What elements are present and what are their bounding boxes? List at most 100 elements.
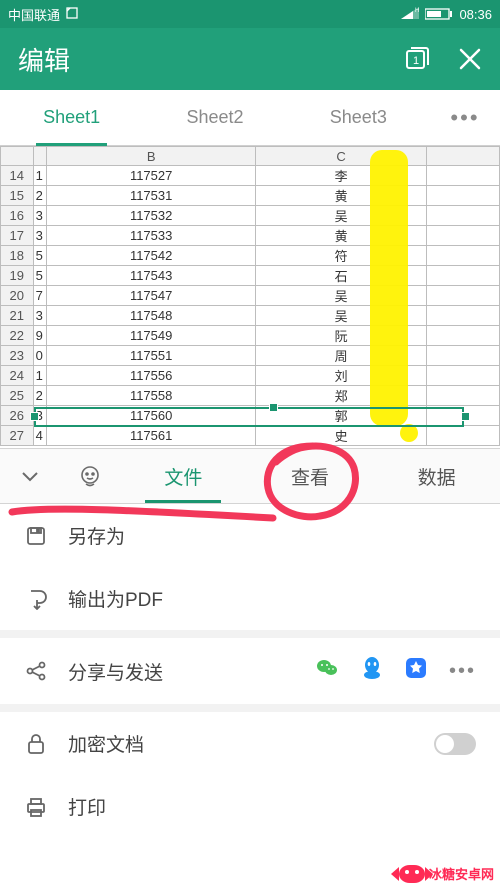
cell[interactable]: 吴 bbox=[255, 206, 426, 226]
cell[interactable] bbox=[427, 366, 500, 386]
cell[interactable]: 3 bbox=[33, 226, 47, 246]
cell[interactable]: 117551 bbox=[47, 346, 256, 366]
cell[interactable] bbox=[427, 406, 500, 426]
sheet-tab-more[interactable]: ••• bbox=[430, 90, 500, 145]
table-row[interactable]: 163117532吴 bbox=[1, 206, 500, 226]
table-row[interactable]: 274117561史 bbox=[1, 426, 500, 446]
qq-icon[interactable] bbox=[361, 656, 383, 686]
cell[interactable]: 7 bbox=[33, 286, 47, 306]
row-header[interactable]: 27 bbox=[1, 426, 34, 446]
star-app-icon[interactable] bbox=[405, 657, 427, 685]
table-row[interactable]: 185117542符 bbox=[1, 246, 500, 266]
cell[interactable]: 0 bbox=[33, 346, 47, 366]
row-header[interactable]: 23 bbox=[1, 346, 34, 366]
row-header[interactable]: 26 bbox=[1, 406, 34, 426]
cell[interactable]: 吴 bbox=[255, 286, 426, 306]
encrypt-toggle[interactable] bbox=[434, 733, 476, 755]
collapse-button[interactable] bbox=[0, 449, 60, 503]
cell[interactable] bbox=[427, 286, 500, 306]
table-row[interactable]: 152117531黄 bbox=[1, 186, 500, 206]
menu-print[interactable]: 打印 bbox=[0, 775, 500, 838]
cell[interactable] bbox=[427, 206, 500, 226]
sheet-tab-2[interactable]: Sheet2 bbox=[143, 90, 286, 145]
menu-export-pdf[interactable]: 输出为PDF bbox=[0, 567, 500, 630]
cell[interactable]: 2 bbox=[33, 386, 47, 406]
more-icon[interactable]: ••• bbox=[449, 660, 476, 683]
cell[interactable]: 3 bbox=[33, 406, 47, 426]
tab-view[interactable]: 查看 bbox=[247, 449, 374, 503]
cell[interactable]: 117527 bbox=[47, 166, 256, 186]
cell[interactable] bbox=[427, 426, 500, 446]
cell[interactable]: 阮 bbox=[255, 326, 426, 346]
cell[interactable]: 黄 bbox=[255, 226, 426, 246]
row-header[interactable]: 22 bbox=[1, 326, 34, 346]
table-row[interactable]: 252117558郑 bbox=[1, 386, 500, 406]
cell[interactable] bbox=[427, 266, 500, 286]
cell[interactable]: 117558 bbox=[47, 386, 256, 406]
cell[interactable]: 李 bbox=[255, 166, 426, 186]
cell[interactable] bbox=[427, 226, 500, 246]
cell[interactable]: 1 bbox=[33, 166, 47, 186]
cell[interactable]: 郭 bbox=[255, 406, 426, 426]
cell[interactable] bbox=[427, 186, 500, 206]
cell[interactable]: 5 bbox=[33, 266, 47, 286]
close-icon[interactable] bbox=[458, 47, 482, 71]
table-row[interactable]: 230117551周 bbox=[1, 346, 500, 366]
cell[interactable]: 9 bbox=[33, 326, 47, 346]
row-header[interactable]: 25 bbox=[1, 386, 34, 406]
cell[interactable]: 117542 bbox=[47, 246, 256, 266]
cell[interactable]: 2 bbox=[33, 186, 47, 206]
row-header[interactable]: 19 bbox=[1, 266, 34, 286]
cell[interactable]: 周 bbox=[255, 346, 426, 366]
table-row[interactable]: 263117560郭 bbox=[1, 406, 500, 426]
menu-share[interactable]: 分享与发送 ••• bbox=[0, 638, 500, 704]
row-header[interactable]: 17 bbox=[1, 226, 34, 246]
cell[interactable]: 4 bbox=[33, 426, 47, 446]
cell[interactable] bbox=[427, 326, 500, 346]
window-icon[interactable]: 1 bbox=[404, 46, 430, 72]
row-header[interactable]: 16 bbox=[1, 206, 34, 226]
cell[interactable] bbox=[427, 346, 500, 366]
row-header[interactable]: 15 bbox=[1, 186, 34, 206]
cell[interactable]: 117533 bbox=[47, 226, 256, 246]
menu-save-as[interactable]: 另存为 bbox=[0, 504, 500, 567]
cell[interactable] bbox=[427, 246, 500, 266]
cell[interactable]: 吴 bbox=[255, 306, 426, 326]
cell[interactable]: 郑 bbox=[255, 386, 426, 406]
row-header[interactable]: 18 bbox=[1, 246, 34, 266]
spreadsheet[interactable]: B C 141117527李152117531黄163117532吴173117… bbox=[0, 146, 500, 448]
cell[interactable]: 史 bbox=[255, 426, 426, 446]
cell[interactable] bbox=[427, 306, 500, 326]
cell[interactable]: 117561 bbox=[47, 426, 256, 446]
cell[interactable]: 117560 bbox=[47, 406, 256, 426]
cell[interactable]: 5 bbox=[33, 246, 47, 266]
cell[interactable]: 117532 bbox=[47, 206, 256, 226]
cell[interactable]: 刘 bbox=[255, 366, 426, 386]
cell[interactable]: 117543 bbox=[47, 266, 256, 286]
row-header[interactable]: 20 bbox=[1, 286, 34, 306]
cell[interactable]: 石 bbox=[255, 266, 426, 286]
table-row[interactable]: 229117549阮 bbox=[1, 326, 500, 346]
table-row[interactable]: 141117527李 bbox=[1, 166, 500, 186]
cell[interactable]: 117531 bbox=[47, 186, 256, 206]
table-row[interactable]: 213117548吴 bbox=[1, 306, 500, 326]
row-header[interactable]: 24 bbox=[1, 366, 34, 386]
table-row[interactable]: 241117556刘 bbox=[1, 366, 500, 386]
cell[interactable] bbox=[427, 166, 500, 186]
row-header[interactable]: 14 bbox=[1, 166, 34, 186]
menu-encrypt[interactable]: 加密文档 bbox=[0, 712, 500, 775]
cell[interactable]: 117547 bbox=[47, 286, 256, 306]
row-header[interactable]: 21 bbox=[1, 306, 34, 326]
cell[interactable]: 3 bbox=[33, 206, 47, 226]
sheet-tab-3[interactable]: Sheet3 bbox=[287, 90, 430, 145]
cell[interactable]: 符 bbox=[255, 246, 426, 266]
cell[interactable]: 3 bbox=[33, 306, 47, 326]
cell[interactable]: 黄 bbox=[255, 186, 426, 206]
table-row[interactable]: 173117533黄 bbox=[1, 226, 500, 246]
tab-data[interactable]: 数据 bbox=[373, 449, 500, 503]
cell[interactable]: 117548 bbox=[47, 306, 256, 326]
cell[interactable]: 117549 bbox=[47, 326, 256, 346]
cell[interactable]: 1 bbox=[33, 366, 47, 386]
table-row[interactable]: 195117543石 bbox=[1, 266, 500, 286]
sheet-tab-1[interactable]: Sheet1 bbox=[0, 90, 143, 145]
